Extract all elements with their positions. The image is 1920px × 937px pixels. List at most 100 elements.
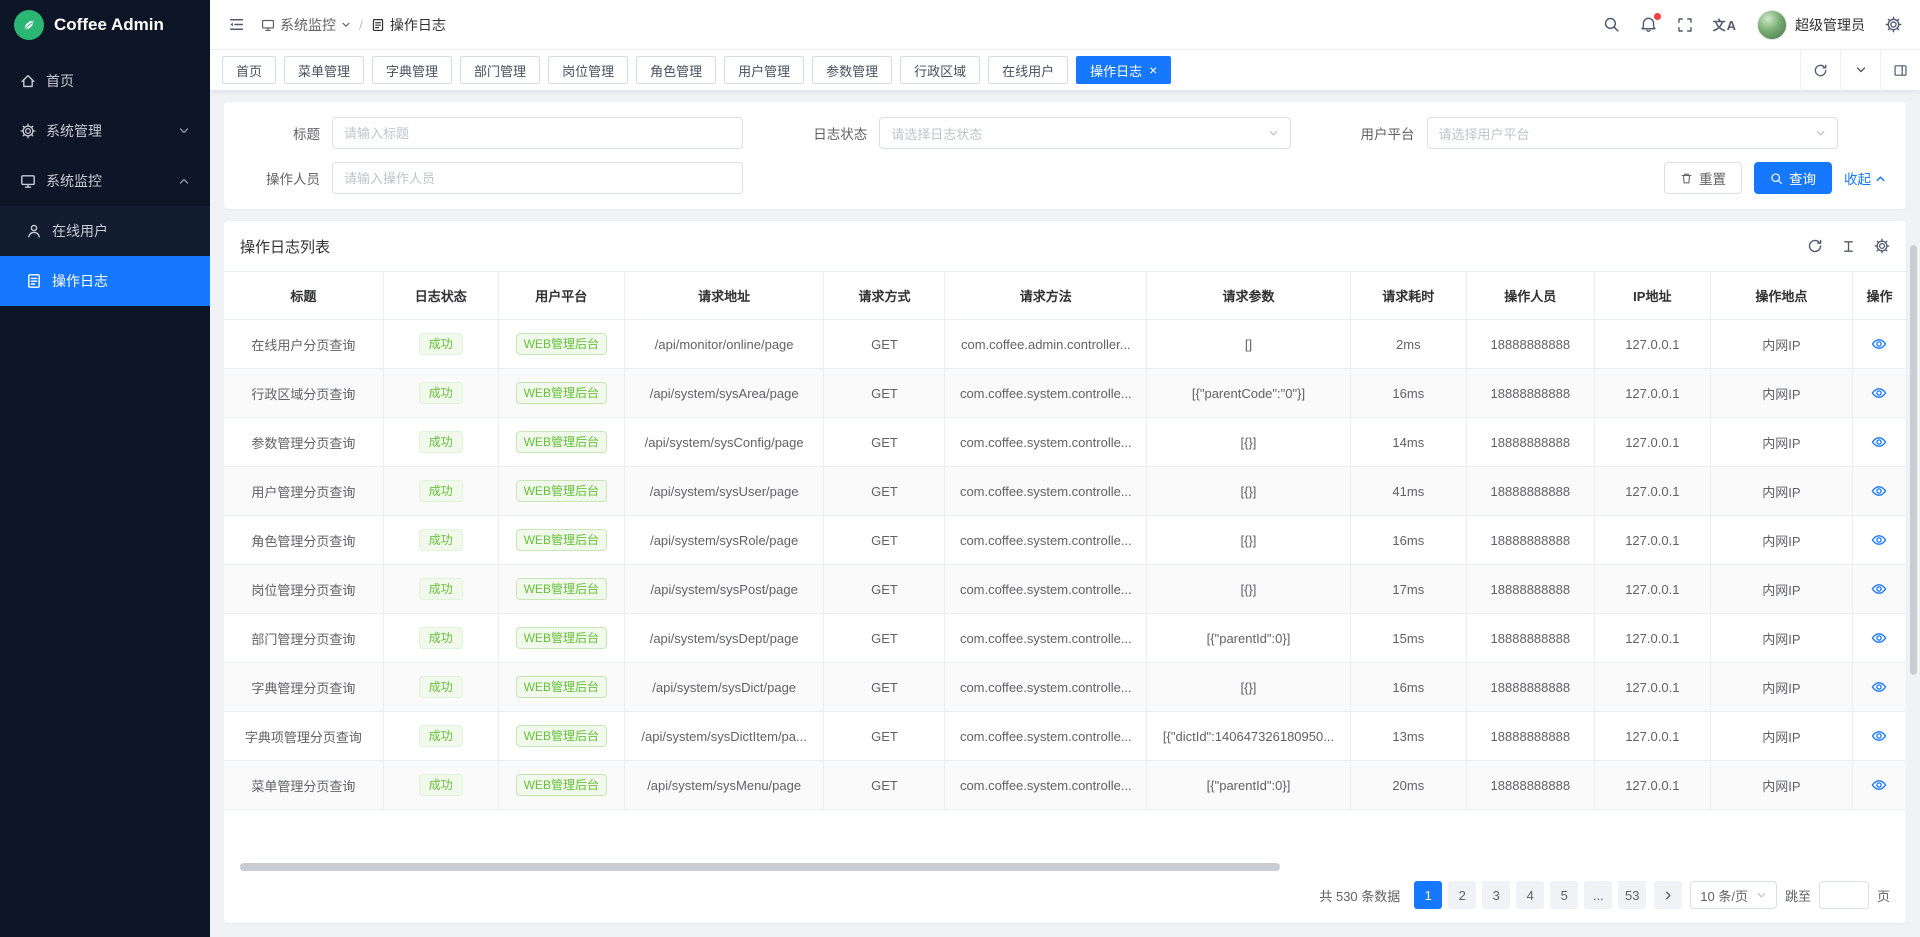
platform-tag: WEB管理后台 [516, 676, 607, 698]
app-title: Coffee Admin [54, 15, 164, 35]
table-row-6: 部门管理分页查询成功WEB管理后台/api/system/sysDept/pag… [224, 614, 1906, 663]
cell-params: [{"dictId":140647326180950... [1147, 712, 1351, 761]
cell-operator: 18888888888 [1466, 467, 1594, 516]
tab-label: 角色管理 [650, 61, 702, 80]
search-icon[interactable] [1603, 16, 1620, 33]
view-detail-eye-icon[interactable] [1871, 336, 1887, 352]
breadcrumb-label: 操作日志 [390, 15, 446, 35]
log-table-body: 在线用户分页查询成功WEB管理后台/api/monitor/online/pag… [224, 320, 1906, 810]
cell-duration: 16ms [1350, 663, 1466, 712]
tab-6[interactable]: 用户管理 [724, 56, 804, 84]
row-height-icon[interactable] [1841, 238, 1856, 254]
tab-close-icon[interactable]: × [1149, 63, 1157, 77]
notification-bell-icon[interactable] [1640, 16, 1657, 33]
column-settings-gear-icon[interactable] [1874, 238, 1890, 254]
search-icon [1770, 172, 1783, 185]
chevron-down-icon[interactable] [1840, 50, 1880, 90]
platform-tag: WEB管理后台 [516, 529, 607, 551]
page-button-3[interactable]: 3 [1482, 881, 1510, 909]
col-header-operator: 操作人员 [1466, 272, 1594, 320]
view-detail-eye-icon[interactable] [1871, 679, 1887, 695]
cell-operator: 18888888888 [1466, 320, 1594, 369]
filter-group-operator: 操作人员 [244, 162, 791, 194]
tab-7[interactable]: 参数管理 [812, 56, 892, 84]
title-input[interactable] [332, 117, 743, 149]
vertical-scrollbar-thumb[interactable] [1910, 245, 1917, 675]
cell-ip: 127.0.0.1 [1594, 418, 1710, 467]
sidebar-submenu-monitor: 在线用户 操作日志 [0, 206, 210, 306]
breadcrumb-item-operation-log: 操作日志 [371, 15, 446, 35]
status-select[interactable]: 请选择日志状态 [879, 117, 1290, 149]
table-row-8: 字典项管理分页查询成功WEB管理后台/api/system/sysDictIte… [224, 712, 1906, 761]
pager: 12345...53 [1414, 881, 1646, 909]
view-detail-eye-icon[interactable] [1871, 777, 1887, 793]
tab-9[interactable]: 在线用户 [988, 56, 1068, 84]
tab-8[interactable]: 行政区域 [900, 56, 980, 84]
page-button-53[interactable]: 53 [1618, 881, 1646, 909]
page-ellipsis[interactable]: ... [1584, 881, 1612, 909]
refresh-icon[interactable] [1807, 238, 1823, 254]
page-button-2[interactable]: 2 [1448, 881, 1476, 909]
app-logo: Coffee Admin [0, 0, 210, 50]
tab-label: 岗位管理 [562, 61, 614, 80]
collapse-filter-link[interactable]: 收起 [1844, 168, 1886, 188]
sidebar-item-system-management[interactable]: 系统管理 [0, 106, 210, 156]
view-detail-eye-icon[interactable] [1871, 728, 1887, 744]
refresh-icon[interactable] [1800, 50, 1840, 90]
page-button-5[interactable]: 5 [1550, 881, 1578, 909]
operator-input[interactable] [332, 162, 743, 194]
view-detail-eye-icon[interactable] [1871, 630, 1887, 646]
next-page-button[interactable] [1654, 881, 1682, 909]
settings-gear-icon[interactable] [1885, 16, 1902, 33]
cell-platform: WEB管理后台 [498, 663, 624, 712]
breadcrumb-item-monitor[interactable]: 系统监控 [261, 15, 351, 35]
tab-10[interactable]: 操作日志× [1076, 56, 1171, 84]
cell-function: com.coffee.system.controlle... [945, 712, 1147, 761]
horizontal-scrollbar-thumb[interactable] [240, 863, 1280, 871]
view-detail-eye-icon[interactable] [1871, 581, 1887, 597]
tab-2[interactable]: 字典管理 [372, 56, 452, 84]
cell-url: /api/system/sysRole/page [624, 516, 824, 565]
tab-4[interactable]: 岗位管理 [548, 56, 628, 84]
platform-select[interactable]: 请选择用户平台 [1427, 117, 1838, 149]
tab-3[interactable]: 部门管理 [460, 56, 540, 84]
sidebar-item-operation-log[interactable]: 操作日志 [0, 256, 210, 306]
view-detail-eye-icon[interactable] [1871, 434, 1887, 450]
breadcrumb-separator: / [359, 17, 363, 33]
pagination-total: 共 530 条数据 [1319, 886, 1400, 905]
view-detail-eye-icon[interactable] [1871, 385, 1887, 401]
col-header-title: 标题 [224, 272, 383, 320]
status-tag: 成功 [419, 725, 463, 747]
page-button-1[interactable]: 1 [1414, 881, 1442, 909]
sidebar-item-label: 系统管理 [46, 121, 102, 141]
translate-icon[interactable]: 文A [1713, 15, 1737, 34]
sidebar-item-online-users[interactable]: 在线用户 [0, 206, 210, 256]
platform-tag: WEB管理后台 [516, 382, 607, 404]
collapse-menu-icon[interactable] [228, 16, 245, 33]
status-tag: 成功 [419, 382, 463, 404]
cell-params: [{}] [1147, 565, 1351, 614]
view-detail-eye-icon[interactable] [1871, 532, 1887, 548]
table-row-4: 角色管理分页查询成功WEB管理后台/api/system/sysRole/pag… [224, 516, 1906, 565]
reset-button[interactable]: 重置 [1664, 162, 1742, 194]
tab-5[interactable]: 角色管理 [636, 56, 716, 84]
jump-page-input[interactable] [1819, 881, 1869, 909]
tab-1[interactable]: 菜单管理 [284, 56, 364, 84]
avatar[interactable] [1757, 10, 1787, 40]
tab-0[interactable]: 首页 [222, 56, 276, 84]
col-header-params: 请求参数 [1147, 272, 1351, 320]
collapse-label: 收起 [1844, 168, 1871, 188]
fullscreen-icon[interactable] [1677, 17, 1693, 33]
user-menu[interactable]: 超级管理员 [1757, 10, 1865, 40]
layout-columns-icon[interactable] [1880, 50, 1920, 90]
view-detail-eye-icon[interactable] [1871, 483, 1887, 499]
monitor-icon [20, 173, 36, 189]
cell-platform: WEB管理后台 [498, 516, 624, 565]
sidebar-item-system-monitor[interactable]: 系统监控 [0, 156, 210, 206]
page-button-4[interactable]: 4 [1516, 881, 1544, 909]
page-size-select[interactable]: 10 条/页 [1690, 881, 1777, 909]
top-header: 系统监控 / 操作日志 [210, 0, 1920, 50]
sidebar-item-home[interactable]: 首页 [0, 56, 210, 106]
query-button[interactable]: 查询 [1754, 162, 1832, 194]
cell-params: [{}] [1147, 516, 1351, 565]
